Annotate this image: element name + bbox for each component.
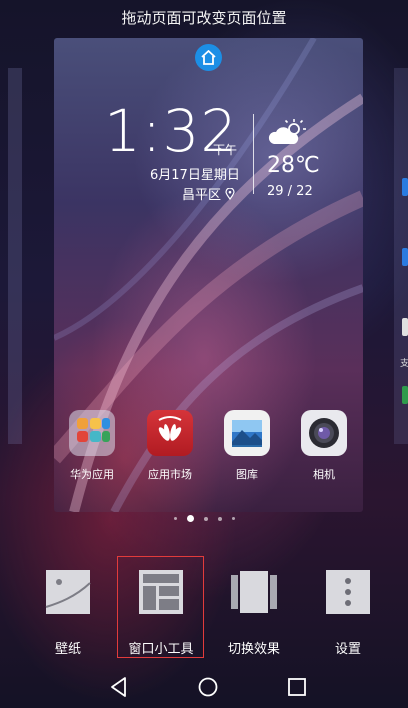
page-dot (217, 516, 222, 521)
side-app-icon (402, 318, 408, 336)
location-pin-icon (225, 187, 235, 200)
recents-button[interactable] (284, 674, 310, 700)
settings-button[interactable]: 设置 (304, 560, 392, 657)
settings-icon (325, 569, 371, 615)
app-label: 应用市场 (148, 468, 192, 481)
clock-date: 6月17日星期日 (150, 168, 240, 183)
wallpaper-icon (45, 569, 91, 615)
app-app-market[interactable]: 应用市场 (138, 410, 202, 482)
wallpaper-button[interactable]: 壁纸 (24, 560, 112, 657)
page-dot (173, 517, 177, 520)
current-temperature: 28℃ (267, 153, 320, 178)
back-triangle-icon (111, 677, 126, 697)
widgets-button[interactable]: 窗口小工具 (117, 560, 205, 657)
huawei-appmarket-icon (147, 410, 193, 456)
previous-page-preview[interactable] (8, 68, 22, 444)
location-label: 昌平区 (182, 184, 235, 203)
location-text: 昌平区 (182, 188, 222, 203)
page-dot (231, 517, 235, 520)
side-app-icon (402, 386, 408, 404)
home-circle-icon (198, 677, 218, 697)
partly-cloudy-icon (268, 119, 306, 144)
toolbar-label: 壁纸 (54, 642, 81, 657)
dock-apps: 华为应用 应用市场 图库 相机 (54, 410, 363, 490)
gallery-icon (224, 410, 270, 456)
side-app-label: 支 (400, 359, 408, 369)
app-label: 华为应用 (70, 468, 114, 481)
page-dot-active (186, 515, 194, 522)
camera-icon (301, 410, 347, 456)
home-button[interactable] (195, 674, 221, 700)
page-dot (203, 516, 208, 521)
temperature-range: 29 / 22 (267, 184, 313, 199)
recents-square-icon (288, 678, 306, 696)
side-app-icon (402, 178, 408, 196)
home-icon (201, 50, 216, 65)
transition-effects-icon (231, 569, 277, 615)
toolbar-label: 窗口小工具 (128, 642, 194, 657)
app-label: 相机 (313, 468, 335, 481)
app-label: 图库 (236, 468, 258, 481)
clock-weather-divider (253, 114, 254, 194)
page-indicator (0, 515, 408, 522)
side-app-icon (402, 248, 408, 266)
app-camera[interactable]: 相机 (292, 410, 356, 482)
app-huawei-apps-folder[interactable]: 华为应用 (60, 410, 124, 482)
app-gallery[interactable]: 图库 (215, 410, 279, 482)
back-button[interactable] (106, 674, 132, 700)
toolbar-label: 切换效果 (227, 642, 280, 657)
toolbar-label: 设置 (334, 642, 361, 657)
default-home-page-button[interactable] (195, 44, 222, 71)
clock-ampm: 下午 (213, 143, 238, 157)
folder-icon (69, 410, 115, 456)
system-navigation-bar (0, 666, 408, 708)
next-page-preview[interactable]: 支 (394, 68, 408, 444)
transition-effects-button[interactable]: 切换效果 (210, 560, 298, 657)
edit-mode-hint: 拖动页面可改变页面位置 (121, 9, 287, 27)
home-screen-page[interactable]: 1:32 下午 6月17日星期日 昌平区 28℃ 29 / 22 华为应用 应用… (54, 38, 363, 512)
widgets-icon (138, 569, 184, 615)
